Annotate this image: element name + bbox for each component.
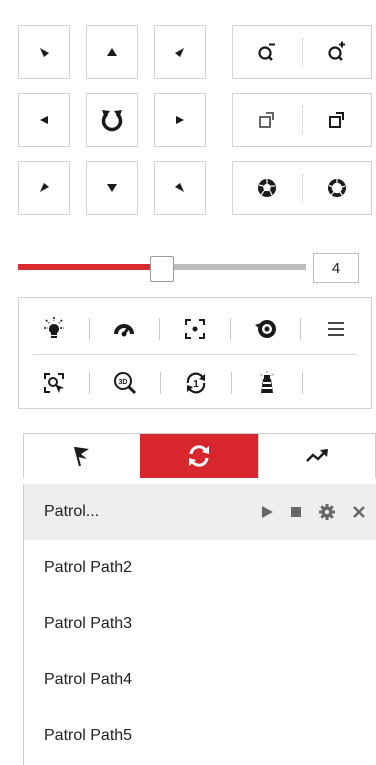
patrol-icon: [189, 445, 210, 467]
zoom-out-button[interactable]: [233, 26, 302, 78]
list-item[interactable]: Patrol Path5: [24, 708, 376, 764]
patrol-list: Patrol... Patrol Path2 Patrol Path3 Patr…: [23, 484, 376, 765]
ptz-function-tabs: [23, 433, 376, 478]
flag-icon: [74, 446, 90, 467]
focus-near-button[interactable]: [233, 94, 302, 146]
gear-icon: [319, 504, 335, 520]
auto-pan-button[interactable]: [86, 93, 138, 147]
iris-close-button[interactable]: [233, 162, 302, 214]
lens-initialization-icon: [254, 320, 276, 338]
svg-text:3D: 3D: [119, 379, 128, 386]
triangle-up-left-icon: [175, 183, 184, 192]
pan-down-right-button[interactable]: [154, 161, 206, 215]
manual-lamp-button[interactable]: [232, 363, 302, 403]
patrol-label: Patrol Path4: [44, 671, 133, 688]
triangle-down-right-icon: [40, 48, 49, 57]
iris-controls: [232, 161, 372, 215]
list-item[interactable]: Patrol Path3: [24, 596, 376, 652]
pan-down-left-button[interactable]: [18, 161, 70, 215]
tab-presets[interactable]: [23, 434, 140, 478]
menu-icon: [328, 322, 345, 336]
rotate-icon: [101, 110, 123, 132]
focus-far-button[interactable]: [303, 94, 372, 146]
close-icon: [353, 506, 365, 518]
zoom-in-button[interactable]: [303, 26, 372, 78]
manual-tracking-icon: [44, 373, 64, 393]
stop-icon: [291, 507, 301, 517]
pan-left-button[interactable]: [18, 93, 70, 147]
focus-far-icon: [328, 112, 344, 128]
pattern-icon: [305, 449, 328, 462]
list-item[interactable]: Patrol Path2: [24, 540, 376, 596]
wiper-button[interactable]: [90, 309, 160, 349]
triangle-right-icon: [176, 116, 184, 124]
wiper-icon: [114, 324, 135, 337]
patrol-label: Patrol Path5: [44, 727, 133, 744]
pan-up-button[interactable]: [86, 25, 138, 79]
focus-near-icon: [259, 112, 275, 128]
pan-right-button[interactable]: [154, 93, 206, 147]
auxiliary-focus-icon: [184, 319, 205, 339]
park-icon: 1: [186, 372, 206, 394]
light-button[interactable]: [19, 309, 89, 349]
speed-slider-fill: [18, 264, 162, 270]
iris-close-icon: [258, 179, 277, 197]
triangle-up-icon: [107, 48, 117, 56]
zoom-out-icon: [258, 43, 276, 61]
pan-up-right-button[interactable]: [154, 25, 206, 79]
toolbar-divider: [33, 354, 357, 355]
tab-patrols[interactable]: [140, 434, 258, 478]
stop-patrol-button[interactable]: [290, 506, 302, 518]
play-icon: [262, 506, 273, 518]
svg-text:1: 1: [193, 379, 199, 390]
zoom-controls: [232, 25, 372, 79]
menu-button[interactable]: [301, 309, 371, 349]
auxiliary-focus-button[interactable]: [160, 309, 230, 349]
list-item[interactable]: Patrol Path4: [24, 652, 376, 708]
triangle-left-icon: [40, 116, 48, 124]
auxiliary-toolbar: 3D 1: [18, 297, 372, 409]
triangle-up-right-icon: [40, 183, 49, 192]
manual-tracking-button[interactable]: [19, 363, 89, 403]
patrol-settings-button[interactable]: [318, 503, 336, 521]
zoom-in-icon: [328, 41, 345, 61]
start-patrol-button[interactable]: [260, 505, 274, 519]
manual-lamp-icon: [259, 371, 275, 393]
lens-initialization-button[interactable]: [231, 309, 301, 349]
3d-zoom-icon: 3D: [114, 372, 137, 395]
pan-up-left-button[interactable]: [18, 25, 70, 79]
iris-open-button[interactable]: [303, 162, 372, 214]
speed-value: 4: [313, 253, 359, 283]
pan-down-button[interactable]: [86, 161, 138, 215]
speed-slider-handle[interactable]: [150, 256, 174, 282]
triangle-down-left-icon: [175, 48, 184, 57]
delete-patrol-button[interactable]: [352, 505, 366, 519]
iris-open-icon: [327, 179, 346, 197]
light-icon: [43, 317, 64, 338]
3d-zoom-button[interactable]: 3D: [90, 363, 160, 403]
focus-controls: [232, 93, 372, 147]
patrol-label: Patrol Path2: [44, 559, 133, 576]
patrol-label: Patrol Path3: [44, 615, 133, 632]
tab-patterns[interactable]: [257, 434, 376, 478]
list-item[interactable]: Patrol...: [24, 484, 376, 540]
patrol-label: Patrol...: [44, 503, 100, 520]
triangle-down-icon: [107, 184, 117, 192]
park-button[interactable]: 1: [161, 363, 231, 403]
speed-slider[interactable]: [18, 256, 306, 282]
